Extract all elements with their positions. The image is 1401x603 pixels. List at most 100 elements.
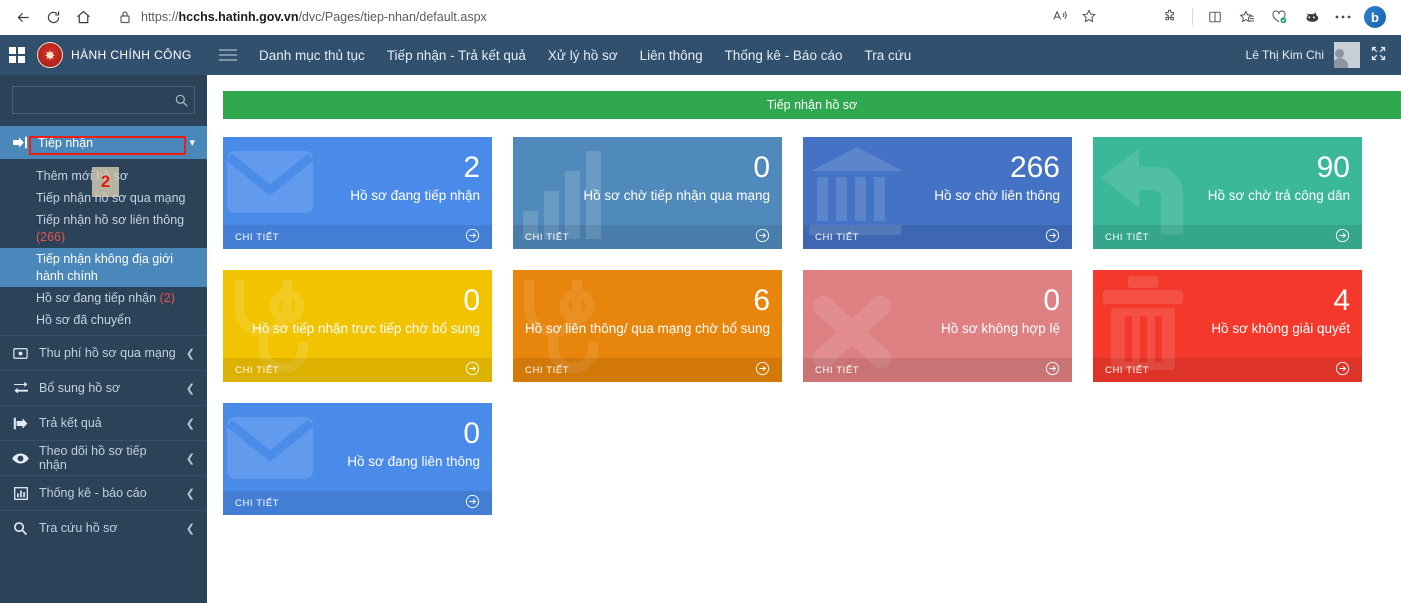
chevron-left-icon: ❮ — [185, 522, 195, 535]
arrow-right-icon[interactable] — [465, 494, 480, 512]
tile-label: Hồ sơ đang tiếp nhận — [350, 188, 480, 203]
tile-detail-link[interactable]: CHI TIẾT — [223, 225, 492, 249]
tile-detail-link[interactable]: CHI TIẾT — [1093, 225, 1362, 249]
fullscreen-icon[interactable] — [1370, 45, 1387, 65]
favorite-icon[interactable] — [1081, 8, 1097, 27]
sidebar-item-thu-phi-ho-so-qua-mang[interactable]: Thu phí hồ sơ qua mạng ❮ — [0, 335, 207, 370]
tile-ho-so-cho-tiep-nhan-qua-mang[interactable]: 0 Hồ sơ chờ tiếp nhận qua mạng CHI TIẾT — [513, 137, 782, 249]
tile-ho-so-khong-hop-le[interactable]: 0 Hồ sơ không hợp lệ CHI TIẾT — [803, 270, 1072, 382]
tile-detail-label: CHI TIẾT — [525, 364, 570, 376]
favorites-bar-icon[interactable] — [1233, 3, 1261, 31]
sidebar-item-bo-sung-ho-so[interactable]: Bổ sung hồ sơ ❮ — [0, 370, 207, 405]
arrow-right-icon[interactable] — [755, 361, 770, 379]
tile-text: 0 Hồ sơ tiếp nhận trực tiếp chờ bổ sung — [252, 284, 480, 338]
tile-value: 6 — [753, 284, 770, 317]
tile-text: 2 Hồ sơ đang tiếp nhận — [350, 151, 480, 205]
arrow-right-icon[interactable] — [1045, 228, 1060, 246]
sidebar-group-tiep-nhan[interactable]: Tiếp nhận ▾ — [0, 126, 207, 159]
nav-item-tra-cuu[interactable]: Tra cứu — [864, 48, 911, 63]
tile-ho-so-dang-lien-thong[interactable]: 0 Hồ sơ đang liên thông CHI TIẾT — [223, 403, 492, 515]
tile-detail-link[interactable]: CHI TIẾT — [513, 225, 782, 249]
search-icon[interactable] — [174, 93, 189, 108]
bar-chart-icon — [12, 486, 29, 500]
tile-detail-link[interactable]: CHI TIẾT — [223, 491, 492, 515]
envelope-icon — [227, 407, 317, 493]
nav-item-lien-thong[interactable]: Liên thông — [640, 48, 703, 63]
bing-chat-icon[interactable]: b — [1361, 3, 1389, 31]
user-name: Lê Thị Kim Chi — [1245, 48, 1324, 62]
dashboard-tiles: 2 Hồ sơ đang tiếp nhận CHI TIẾT 0 Hồ sơ … — [207, 119, 1401, 515]
read-aloud-icon[interactable] — [1052, 9, 1069, 26]
sidebar-item-tiep-nhan-ho-so-lien-thong[interactable]: Tiếp nhận hồ sơ liên thông (266) — [0, 209, 207, 248]
avatar[interactable] — [1334, 42, 1360, 68]
sidebar-count-badge: (266) — [36, 229, 66, 244]
tile-ho-so-khong-giai-quyet[interactable]: 4 Hồ sơ không giải quyết CHI TIẾT — [1093, 270, 1362, 382]
menu-toggle-icon[interactable] — [219, 46, 237, 64]
tile-ho-so-lien-thong-qua-mang-cho-bo-sung[interactable]: 6 Hồ sơ liên thông/ qua mạng chờ bổ sung… — [513, 270, 782, 382]
arrow-right-icon[interactable] — [755, 228, 770, 246]
home-button[interactable] — [68, 3, 98, 31]
tile-detail-link[interactable]: CHI TIẾT — [803, 225, 1072, 249]
tile-ho-so-tiep-nhan-truc-tiep-cho-bo-sung[interactable]: 0 Hồ sơ tiếp nhận trực tiếp chờ bổ sung … — [223, 270, 492, 382]
back-button[interactable] — [8, 3, 38, 31]
chevron-down-icon: ▾ — [189, 137, 195, 149]
tile-ho-so-cho-lien-thong[interactable]: 266 Hồ sơ chờ liên thông CHI TIẾT — [803, 137, 1072, 249]
tile-value: 90 — [1316, 151, 1350, 184]
arrow-right-icon[interactable] — [465, 228, 480, 246]
address-bar[interactable]: https://hcchs.hatinh.gov.vn/dvc/Pages/ti… — [108, 4, 1108, 30]
reload-button[interactable] — [38, 3, 68, 31]
sidebar-item-label: Bổ sung hồ sơ — [39, 381, 121, 395]
sidebar-item-ho-so-dang-tiep-nhan[interactable]: Hồ sơ đang tiếp nhận (2) — [0, 287, 207, 309]
government-logo-icon: ✸ — [37, 42, 63, 68]
more-options-icon[interactable] — [1329, 3, 1357, 31]
sidebar-item-theo-doi-ho-so-tiep-nhan[interactable]: Theo dõi hồ sơ tiếp nhận ❮ — [0, 440, 207, 475]
tile-text: 0 Hồ sơ đang liên thông — [347, 417, 480, 471]
nav-item-danh-muc-thu-tuc[interactable]: Danh mục thủ tục — [259, 48, 365, 63]
nav-item-xu-ly-ho-so[interactable]: Xử lý hồ sơ — [548, 48, 618, 63]
sidebar-count-badge: (2) — [159, 290, 175, 305]
apps-grid-icon[interactable] — [9, 47, 25, 63]
sidebar: Tiếp nhận ▾ Thêm mới hồ sơ Tiếp nhận hồ … — [0, 75, 207, 603]
extension-cat-icon[interactable] — [1297, 3, 1325, 31]
bank-icon — [809, 145, 905, 237]
extension-puzzle-icon[interactable] — [1156, 3, 1184, 31]
page-body: Tiếp nhận ▾ Thêm mới hồ sơ Tiếp nhận hồ … — [0, 75, 1401, 603]
sidebar-search — [0, 75, 207, 126]
brand-zone[interactable]: ✸ HÀNH CHÍNH CÔNG — [0, 35, 207, 75]
arrow-right-icon[interactable] — [1335, 361, 1350, 379]
tile-detail-link[interactable]: CHI TIẾT — [223, 358, 492, 382]
tile-detail-label: CHI TIẾT — [235, 364, 280, 376]
tile-text: 0 Hồ sơ chờ tiếp nhận qua mạng — [583, 151, 770, 205]
sidebar-item-label: Trả kết quả — [39, 416, 102, 430]
toolbar-divider — [1192, 9, 1193, 25]
brand-title: HÀNH CHÍNH CÔNG — [71, 48, 192, 62]
tile-detail-link[interactable]: CHI TIẾT — [513, 358, 782, 382]
nav-item-thong-ke-bao-cao[interactable]: Thống kê - Báo cáo — [725, 48, 843, 63]
search-box[interactable] — [12, 86, 195, 114]
tile-detail-link[interactable]: CHI TIẾT — [1093, 358, 1362, 382]
envelope-icon — [227, 141, 317, 227]
arrow-right-icon[interactable] — [465, 361, 480, 379]
sidebar-item-label: Thu phí hồ sơ qua mạng — [39, 346, 176, 360]
tile-label: Hồ sơ liên thông/ qua mạng chờ bổ sung — [524, 321, 770, 336]
tile-ho-so-dang-tiep-nhan[interactable]: 2 Hồ sơ đang tiếp nhận CHI TIẾT — [223, 137, 492, 249]
browser-essentials-icon[interactable] — [1265, 3, 1293, 31]
sidebar-item-tra-cuu-ho-so[interactable]: Tra cứu hồ sơ ❮ — [0, 510, 207, 545]
sidebar-item-tra-ket-qua[interactable]: Trả kết quả ❮ — [0, 405, 207, 440]
tile-label: Hồ sơ tiếp nhận trực tiếp chờ bổ sung — [252, 321, 480, 336]
money-icon — [12, 347, 29, 359]
tile-detail-label: CHI TIẾT — [235, 497, 280, 509]
lock-icon — [119, 10, 131, 24]
split-screen-icon[interactable] — [1201, 3, 1229, 31]
sidebar-item-thong-ke-bao-cao[interactable]: Thống kê - báo cáo ❮ — [0, 475, 207, 510]
tile-detail-link[interactable]: CHI TIẾT — [803, 358, 1072, 382]
sidebar-item-tiep-nhan-khong-dia-gioi-hanh-chinh[interactable]: Tiếp nhận không địa giới hành chính — [0, 248, 207, 287]
arrow-right-icon[interactable] — [1045, 361, 1060, 379]
tile-detail-label: CHI TIẾT — [815, 364, 860, 376]
tile-detail-label: CHI TIẾT — [1105, 231, 1150, 243]
search-input[interactable] — [19, 93, 174, 107]
arrow-right-icon[interactable] — [1335, 228, 1350, 246]
sidebar-item-ho-so-da-chuyen[interactable]: Hồ sơ đã chuyển — [0, 309, 207, 331]
tile-ho-so-cho-tra-cong-dan[interactable]: 90 Hồ sơ chờ trả công dân CHI TIẾT — [1093, 137, 1362, 249]
nav-item-tiep-nhan-tra-ket-qua[interactable]: Tiếp nhận - Trả kết quả — [387, 48, 526, 63]
